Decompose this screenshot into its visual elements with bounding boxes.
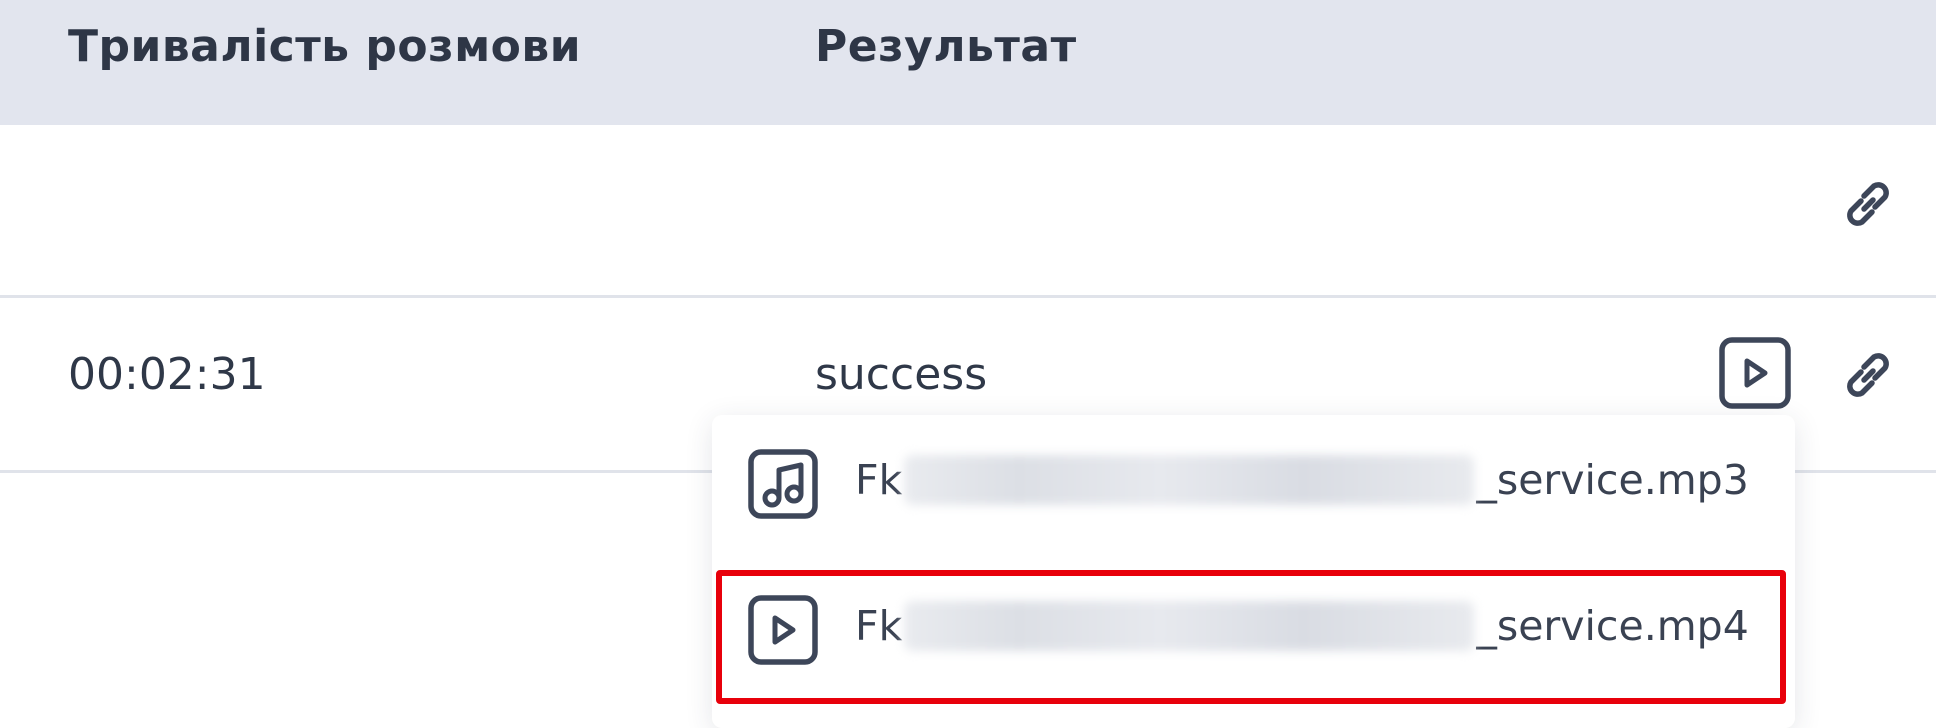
menu-item-mp4[interactable]: Fk _service.mp4 (712, 561, 1795, 701)
file-name-prefix: Fk (855, 602, 903, 650)
file-name-suffix: _service.mp4 (1476, 602, 1749, 650)
redacted-text (904, 455, 1475, 505)
file-name: Fk _service.mp3 (855, 455, 1749, 505)
duration-cell: 00:02:31 (68, 349, 266, 400)
file-name-prefix: Fk (855, 456, 903, 504)
file-name: Fk _service.mp4 (855, 601, 1749, 651)
table-header: Тривалість розмови Результат (0, 0, 1936, 125)
audio-file-icon (748, 449, 818, 519)
file-name-suffix: _service.mp3 (1476, 456, 1749, 504)
play-icon[interactable] (1718, 336, 1792, 410)
download-menu: Fk _service.mp3 Fk _service.mp4 (712, 415, 1795, 728)
redacted-text (904, 601, 1475, 651)
table-row (0, 125, 1936, 298)
column-header-result: Результат (815, 21, 1077, 72)
video-file-icon (748, 595, 818, 665)
column-header-duration: Тривалість розмови (68, 21, 582, 72)
link-icon[interactable] (1836, 343, 1900, 407)
result-cell: success (815, 349, 988, 400)
menu-item-mp3[interactable]: Fk _service.mp3 (712, 415, 1795, 555)
link-icon[interactable] (1836, 172, 1900, 236)
